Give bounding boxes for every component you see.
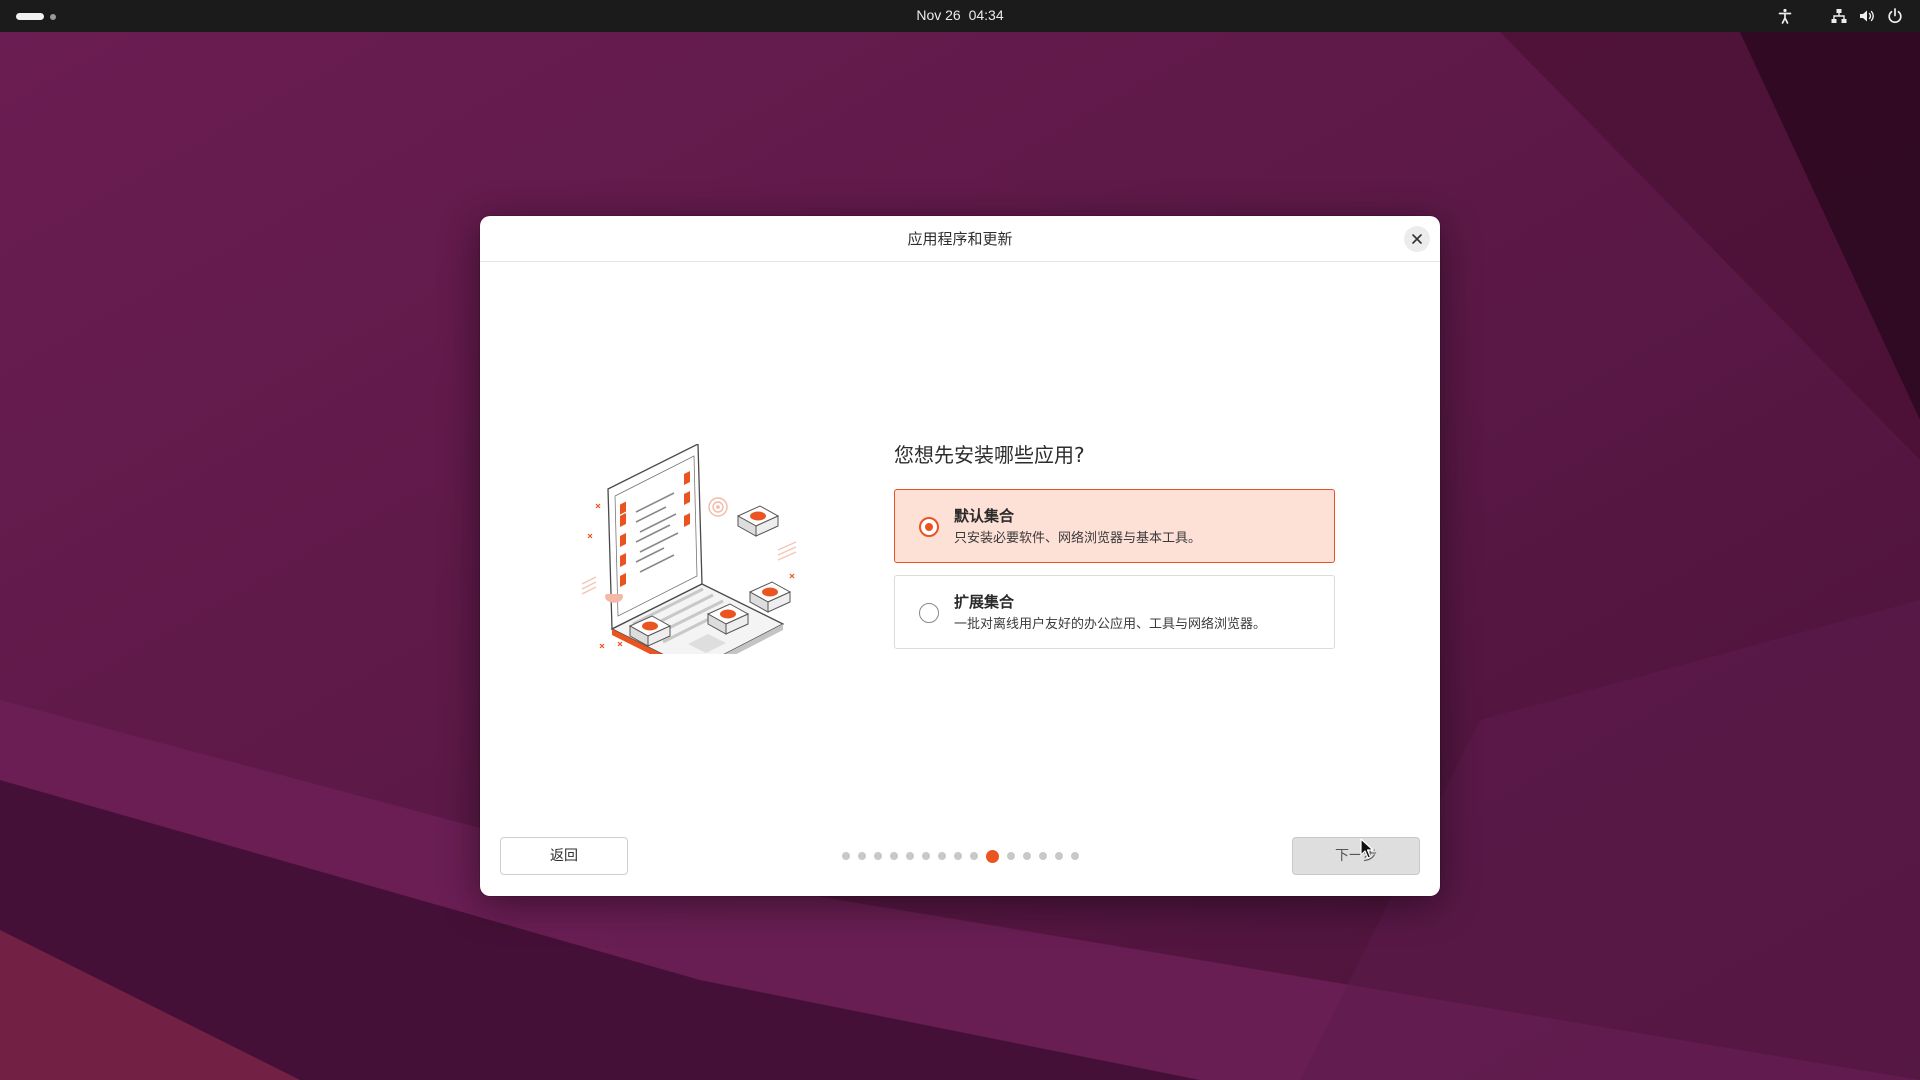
page-dot[interactable] <box>921 852 930 860</box>
option-title: 默认集合 <box>954 507 1015 525</box>
page-dot[interactable] <box>969 852 978 860</box>
option-description: 一批对离线用户友好的办公应用、工具与网络浏览器。 <box>954 617 1267 632</box>
radio-default-selected[interactable] <box>919 517 939 537</box>
page-dot[interactable] <box>937 852 946 860</box>
clock[interactable]: Nov 26 04:34 <box>0 0 1920 32</box>
page-dot[interactable] <box>1054 852 1063 860</box>
dialog-title: 应用程序和更新 <box>907 230 1013 248</box>
radio-extended[interactable] <box>919 603 939 623</box>
network-wired-icon[interactable] <box>1830 7 1848 25</box>
mouse-cursor-icon <box>1360 838 1374 859</box>
close-icon <box>1412 234 1422 244</box>
option-title: 扩展集合 <box>954 593 1015 611</box>
page-dot[interactable] <box>857 852 866 860</box>
clock-date: Nov 26 <box>916 7 961 23</box>
page-dot[interactable] <box>841 852 850 860</box>
page-dot[interactable] <box>953 852 962 860</box>
laptop-apps-illustration <box>581 444 797 654</box>
question-heading: 您想先安装哪些应用? <box>894 443 1085 467</box>
top-bar: Nov 26 04:34 <box>0 0 1920 32</box>
page-dot-current[interactable] <box>985 849 999 863</box>
app-tile-1 <box>736 505 780 537</box>
back-button[interactable]: 返回 <box>500 837 628 875</box>
option-extended-collection[interactable]: 扩展集合 一批对离线用户友好的办公应用、工具与网络浏览器。 <box>894 575 1335 649</box>
accessibility-icon[interactable] <box>1776 7 1794 25</box>
installer-dialog: 应用程序和更新 您想先安装哪些应用? 默认集合 只安装必要软件、网络浏览器与基本… <box>480 216 1440 896</box>
page-dot[interactable] <box>889 852 898 860</box>
page-dot[interactable] <box>873 852 882 860</box>
close-button[interactable] <box>1404 226 1430 252</box>
page-dot[interactable] <box>1022 852 1031 860</box>
next-button[interactable]: 下一步 <box>1292 837 1420 875</box>
dialog-header: 应用程序和更新 <box>480 216 1440 262</box>
page-dot[interactable] <box>1070 852 1079 860</box>
page-dot[interactable] <box>1006 852 1015 860</box>
clock-time: 04:34 <box>968 7 1004 23</box>
volume-icon[interactable] <box>1858 7 1876 25</box>
option-default-collection[interactable]: 默认集合 只安装必要软件、网络浏览器与基本工具。 <box>894 489 1335 563</box>
option-description: 只安装必要软件、网络浏览器与基本工具。 <box>954 531 1202 546</box>
page-indicator <box>840 849 1080 863</box>
power-icon[interactable] <box>1886 7 1904 25</box>
page-dot[interactable] <box>905 852 914 860</box>
app-tile-2 <box>748 581 792 613</box>
page-dot[interactable] <box>1038 852 1047 860</box>
